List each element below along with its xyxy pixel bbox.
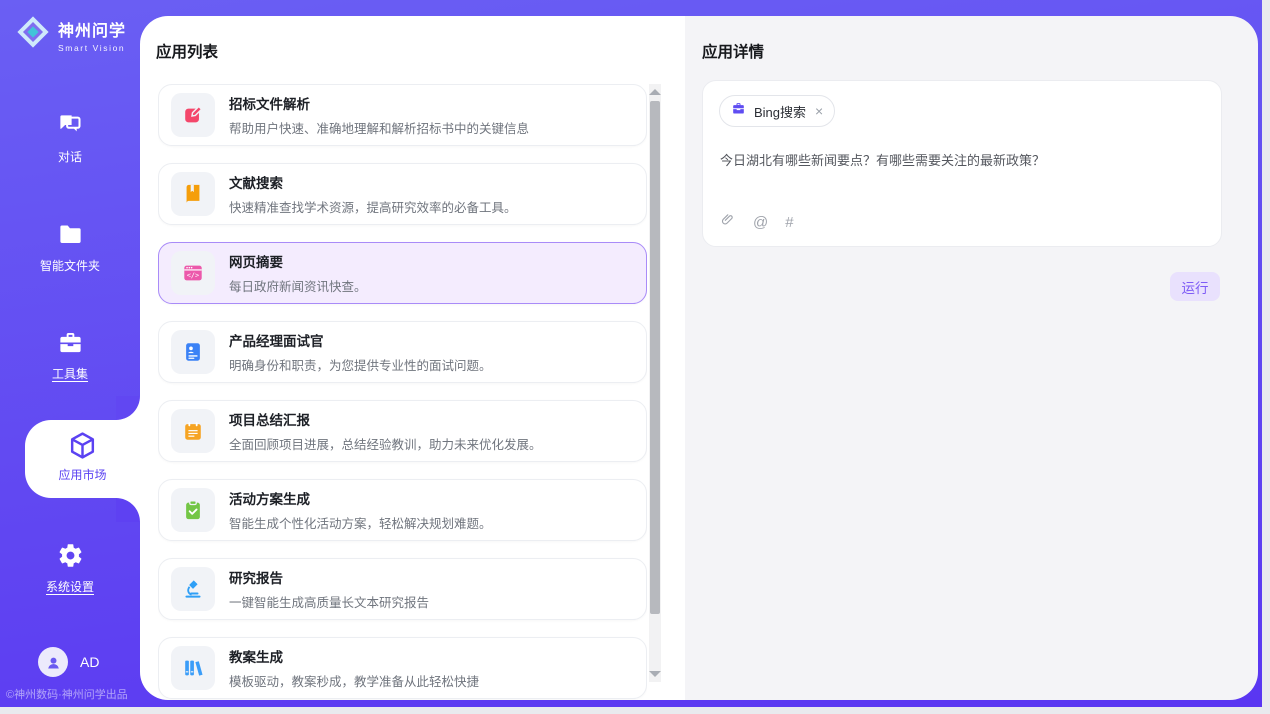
app-card-title: 产品经理面试官: [229, 330, 492, 350]
app-card-project-summary[interactable]: 项目总结汇报 全面回顾项目进展，总结经验教训，助力未来优化发展。: [158, 400, 647, 462]
app-card-desc: 每日政府新闻资讯快查。: [229, 276, 367, 295]
app-card-event-plan[interactable]: 活动方案生成 智能生成个性化活动方案，轻松解决规划难题。: [158, 479, 647, 541]
sidebar-item-smart-folder[interactable]: 智能文件夹: [0, 221, 140, 275]
bubble-fillet-bottom: [116, 498, 140, 522]
app-logo: 神州问学 Smart Vision: [16, 15, 126, 54]
logo-title: 神州问学: [58, 17, 126, 41]
paperclip-icon[interactable]: [720, 212, 736, 233]
logo-subtitle: Smart Vision: [58, 43, 126, 53]
microscope-icon: [171, 567, 215, 611]
app-card-pm-interviewer[interactable]: 产品经理面试官 明确身份和职责，为您提供专业性的面试问题。: [158, 321, 647, 383]
content-container: 应用列表 招标文件解析 帮助用户快速、准确地理解和解析招标书中的关键信息: [140, 16, 1258, 700]
app-card-list: 招标文件解析 帮助用户快速、准确地理解和解析招标书中的关键信息 文献搜索 快速精…: [158, 84, 647, 700]
hash-icon[interactable]: #: [785, 215, 793, 230]
app-card-desc: 明确身份和职责，为您提供专业性的面试问题。: [229, 355, 492, 374]
app-card-title: 活动方案生成: [229, 488, 492, 508]
app-list-panel: 应用列表 招标文件解析 帮助用户快速、准确地理解和解析招标书中的关键信息: [140, 16, 685, 700]
resume-icon: [171, 330, 215, 374]
prompt-input[interactable]: 今日湖北有哪些新闻要点？有哪些需要关注的最新政策？: [720, 151, 1201, 171]
app-card-title: 招标文件解析: [229, 93, 529, 113]
app-card-title: 教案生成: [229, 646, 479, 666]
tool-chip-bing-search[interactable]: Bing搜索 ×: [719, 95, 835, 127]
app-detail-panel: 应用详情 Bing搜索 × 今日湖北有哪些新闻要点？有哪些需要关注的最新政策？: [685, 16, 1258, 700]
list-scrollbar[interactable]: [649, 84, 661, 682]
logo-diamond-icon: [16, 15, 50, 54]
scroll-up-icon[interactable]: [649, 89, 661, 95]
avatar: [38, 647, 68, 677]
app-card-title: 研究报告: [229, 567, 429, 587]
user-account[interactable]: AD: [38, 647, 99, 677]
sidebar-item-label: 对话: [58, 148, 82, 165]
run-button[interactable]: 运行: [1170, 272, 1220, 301]
sidebar-item-label: 系统设置: [46, 578, 94, 595]
app-card-desc: 智能生成个性化活动方案，轻松解决规划难题。: [229, 513, 492, 532]
chat-icon: [0, 112, 140, 139]
sidebar-item-toolset[interactable]: 工具集: [0, 329, 140, 383]
app-card-desc: 模板驱动，教案秒成，教学准备从此轻松快捷: [229, 671, 479, 690]
app-list-title: 应用列表: [156, 40, 218, 62]
svg-text:</>: </>: [187, 271, 199, 279]
app-card-desc: 帮助用户快速、准确地理解和解析招标书中的关键信息: [229, 118, 529, 137]
mention-icon[interactable]: @: [753, 215, 768, 230]
user-initials: AD: [80, 654, 99, 670]
web-code-icon: </>: [171, 251, 215, 295]
sidebar-item-chat[interactable]: 对话: [0, 112, 140, 166]
app-card-desc: 全面回顾项目进展，总结经验教训，助力未来优化发展。: [229, 434, 542, 453]
sidebar-item-label: 应用市场: [58, 466, 106, 483]
app-card-bid-analysis[interactable]: 招标文件解析 帮助用户快速、准确地理解和解析招标书中的关键信息: [158, 84, 647, 146]
sidebar: 神州问学 Smart Vision 对话 智能文件夹: [0, 0, 140, 707]
app-card-title: 文献搜索: [229, 172, 517, 192]
sidebar-item-label: 工具集: [52, 365, 88, 382]
app-card-literature-search[interactable]: 文献搜索 快速精准查找学术资源，提高研究效率的必备工具。: [158, 163, 647, 225]
scroll-down-icon[interactable]: [649, 671, 661, 677]
prompt-card[interactable]: Bing搜索 × 今日湖北有哪些新闻要点？有哪些需要关注的最新政策？ @ #: [702, 80, 1222, 247]
app-card-research-report[interactable]: 研究报告 一键智能生成高质量长文本研究报告: [158, 558, 647, 620]
clipboard-check-icon: [171, 488, 215, 532]
app-card-desc: 快速精准查找学术资源，提高研究效率的必备工具。: [229, 197, 517, 216]
app-card-desc: 一键智能生成高质量长文本研究报告: [229, 592, 429, 611]
close-icon[interactable]: ×: [815, 103, 823, 119]
sidebar-item-settings[interactable]: 系统设置: [0, 542, 140, 596]
prompt-toolbar: @ #: [720, 212, 794, 233]
sidebar-item-label: 智能文件夹: [40, 257, 100, 274]
copyright-text: ©神州数码·神州问学出品: [6, 686, 140, 702]
tool-chip-label: Bing搜索: [754, 102, 806, 121]
app-card-web-summary[interactable]: </> 网页摘要 每日政府新闻资讯快查。: [158, 242, 647, 304]
briefcase-icon: [731, 101, 746, 121]
bubble-fillet-top: [116, 396, 140, 420]
edit-square-icon: [171, 93, 215, 137]
scrollbar-thumb[interactable]: [650, 101, 660, 614]
toolbox-icon: [0, 329, 140, 356]
book-icon: [171, 172, 215, 216]
app-card-title: 网页摘要: [229, 251, 367, 271]
app-card-lesson-plan[interactable]: 教案生成 模板驱动，教案秒成，教学准备从此轻松快捷: [158, 637, 647, 699]
books-icon: [171, 646, 215, 690]
notepad-icon: [171, 409, 215, 453]
app-background: 神州问学 Smart Vision 对话 智能文件夹: [0, 0, 1262, 707]
cube-icon: [25, 430, 140, 461]
sidebar-item-app-market[interactable]: 应用市场: [25, 420, 140, 498]
app-detail-title: 应用详情: [702, 40, 764, 62]
gear-icon: [0, 542, 140, 569]
app-card-title: 项目总结汇报: [229, 409, 542, 429]
folder-icon: [0, 221, 140, 248]
